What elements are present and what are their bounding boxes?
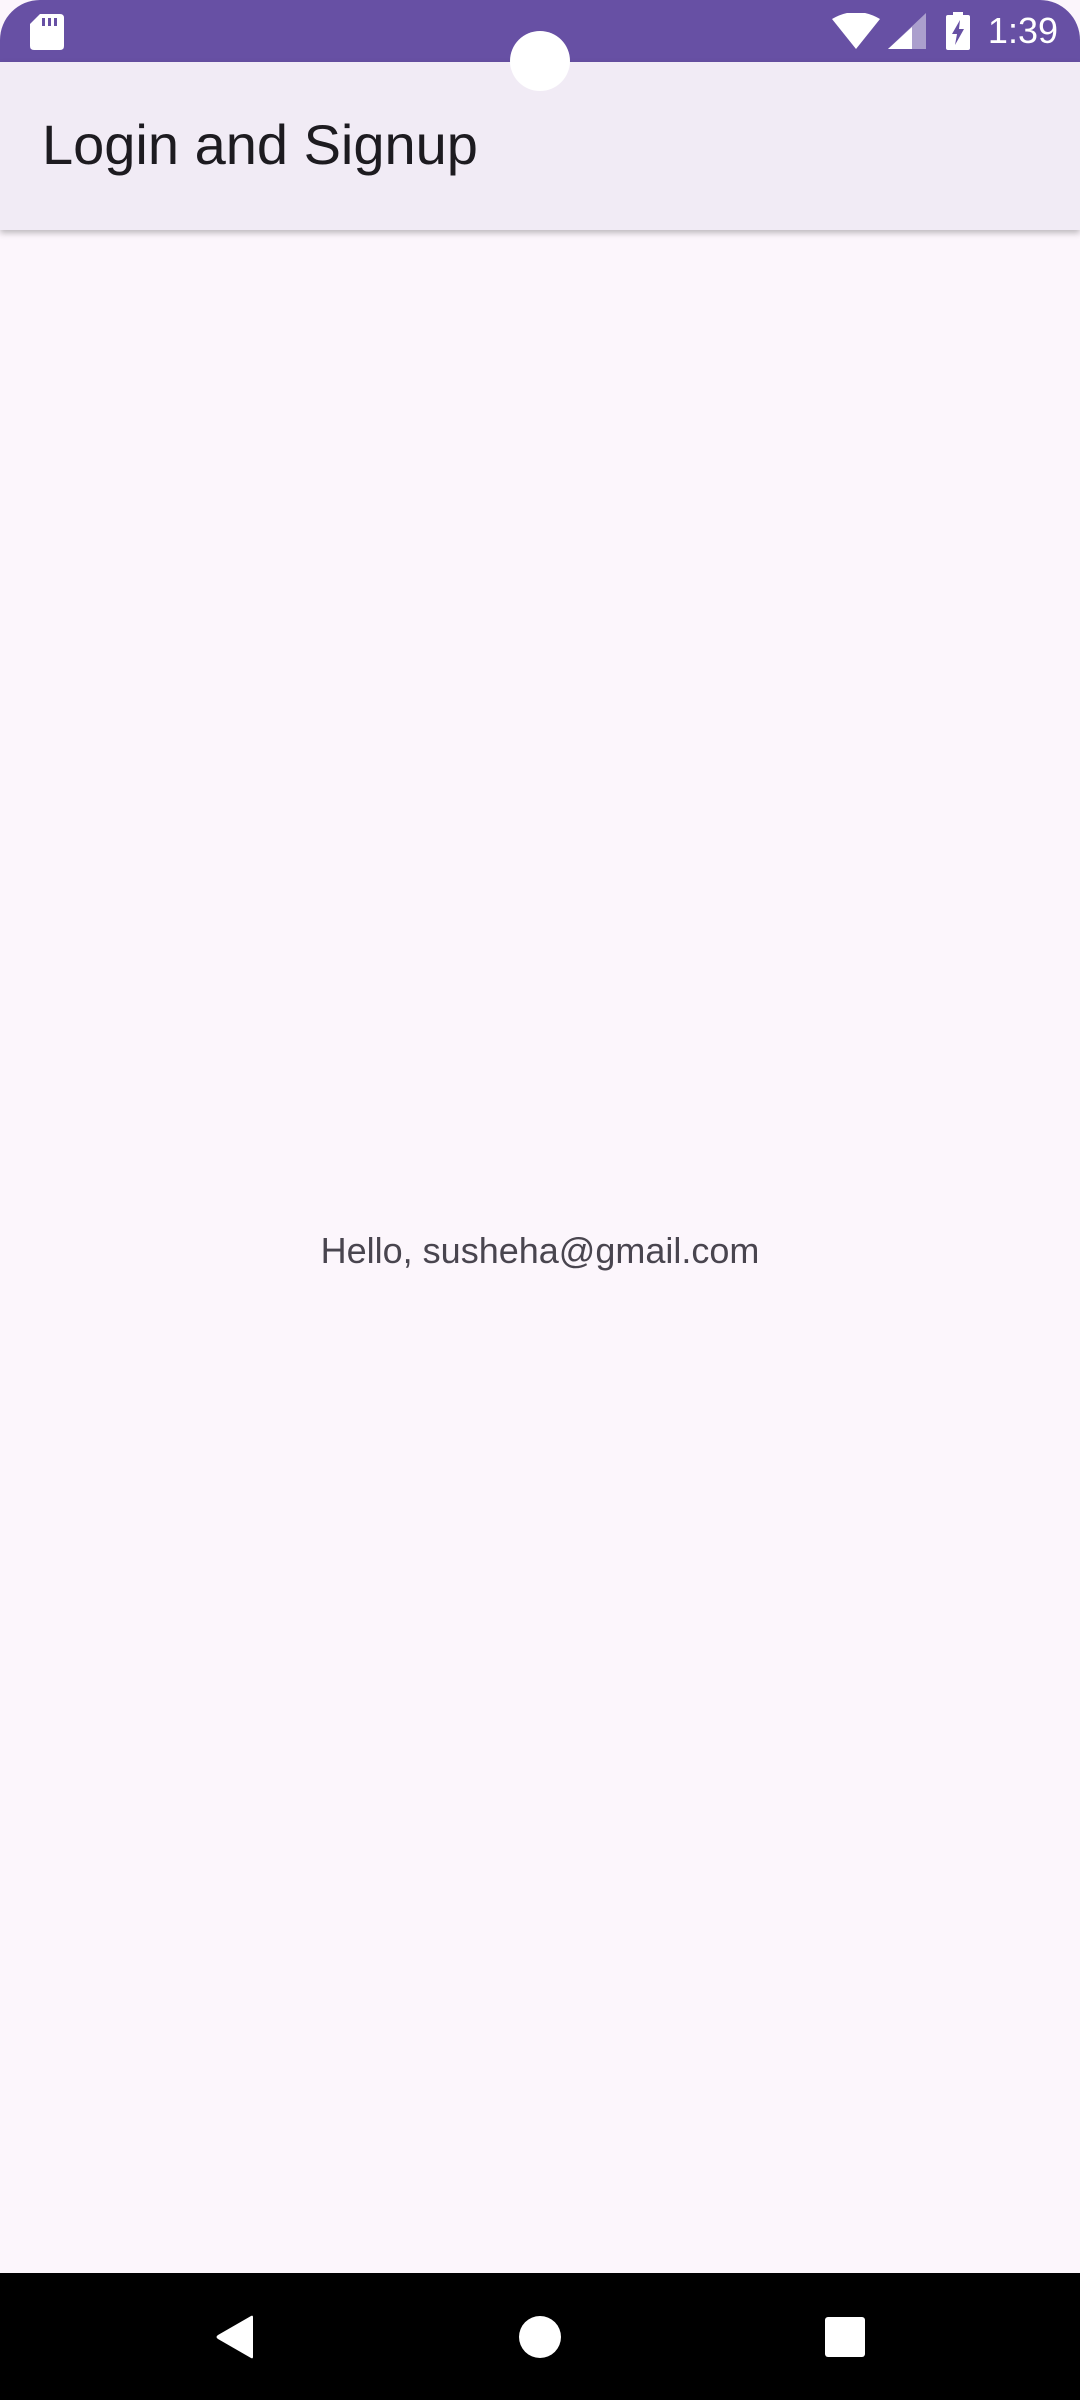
back-icon (216, 2315, 253, 2358)
cell-signal-icon (887, 13, 926, 49)
navigation-bar (0, 2273, 1080, 2400)
recents-button[interactable] (775, 2273, 915, 2400)
home-button[interactable] (470, 2273, 610, 2400)
status-clock: 1:39 (987, 10, 1058, 51)
recents-icon (825, 2316, 865, 2357)
sd-card-icon (30, 14, 64, 50)
battery-charging-icon (945, 12, 970, 50)
wifi-icon (831, 13, 880, 49)
back-button[interactable] (165, 2273, 305, 2400)
status-icons: 1:39 (831, 0, 1058, 62)
app-title: Login and Signup (42, 113, 478, 176)
home-icon (519, 2315, 561, 2358)
camera-cutout (510, 31, 570, 91)
main-content: Hello, susheha@gmail.com (0, 230, 1080, 2273)
app-screen: 1:39 Login and Signup Hello, susheha@gma… (0, 0, 1080, 2400)
greeting-text: Hello, susheha@gmail.com (320, 1230, 760, 1271)
